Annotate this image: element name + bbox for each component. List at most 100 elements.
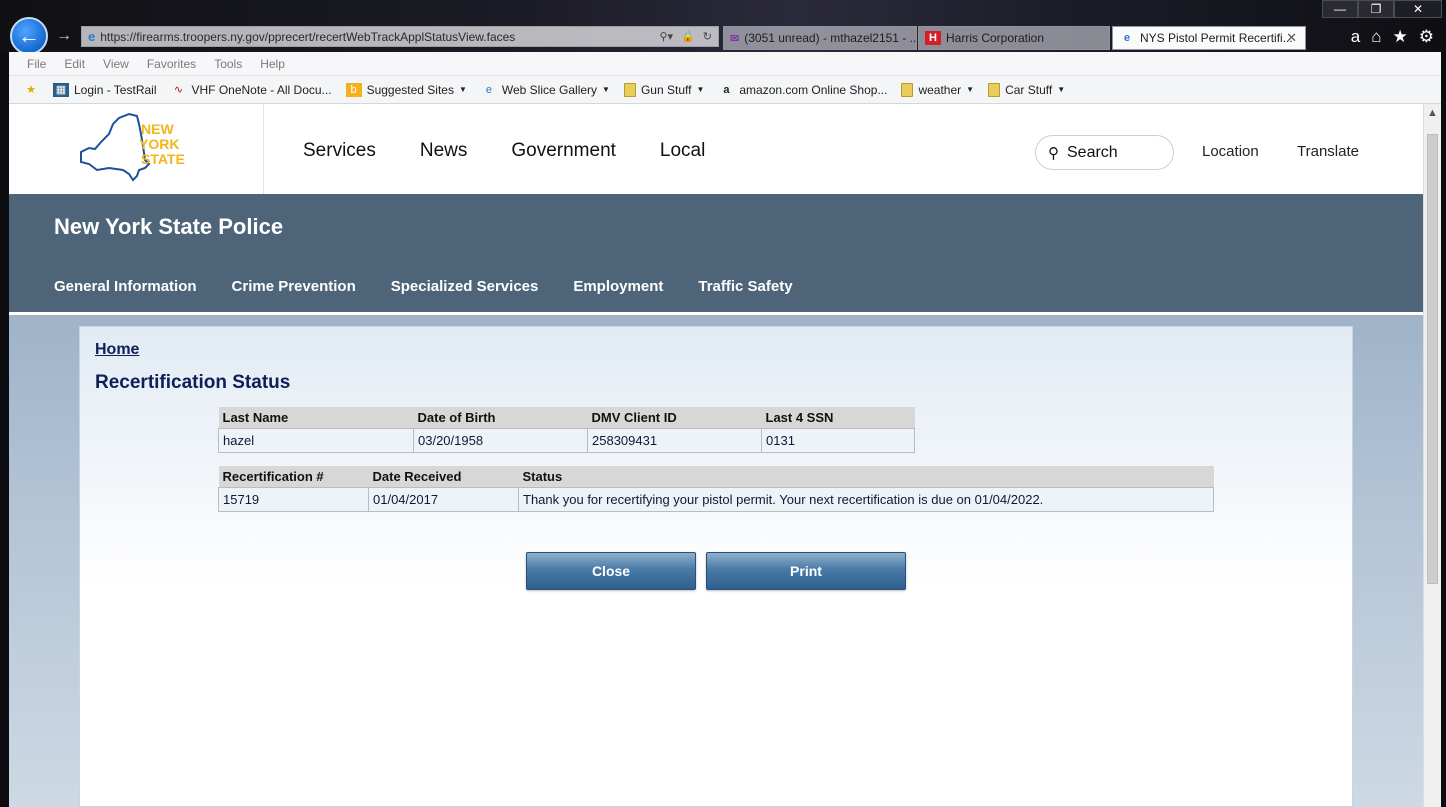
- agency-nav-crime-prevention[interactable]: Crime Prevention: [232, 278, 356, 295]
- tab-nys-pistol-permit[interactable]: e NYS Pistol Permit Recertifi... ✕: [1112, 26, 1306, 50]
- menu-view[interactable]: View: [103, 57, 129, 71]
- home-icon[interactable]: ⌂: [1371, 27, 1381, 47]
- browser-tools: a ⌂ ★ ⚙: [1351, 27, 1434, 47]
- page-title: Recertification Status: [95, 372, 291, 393]
- scroll-thumb[interactable]: [1427, 134, 1438, 584]
- location-link[interactable]: Location: [1202, 143, 1259, 160]
- agency-nav-employment[interactable]: Employment: [573, 278, 663, 295]
- search-dropdown-icon[interactable]: ⚲▾: [660, 30, 674, 43]
- logo-word-state: STATE: [141, 151, 185, 167]
- menu-edit[interactable]: Edit: [64, 57, 85, 71]
- breadcrumb-home[interactable]: Home: [95, 341, 139, 359]
- col-status: Status: [518, 466, 1214, 487]
- recertification-status-table: Recertification # Date Received Status 1…: [218, 466, 1214, 512]
- header-divider: [263, 104, 264, 194]
- forward-button[interactable]: →: [54, 26, 74, 46]
- back-button[interactable]: ←: [10, 17, 48, 55]
- fav-label: Car Stuff: [1005, 82, 1053, 97]
- scroll-up-icon[interactable]: ▲: [1424, 104, 1441, 122]
- favorites-bar: ★ ▦ Login - TestRail ∿ VHF OneNote - All…: [9, 76, 1441, 104]
- fav-gun-stuff[interactable]: Gun Stuff ▼: [623, 82, 705, 97]
- favorites-add-button[interactable]: ★: [23, 83, 39, 97]
- settings-gear-icon[interactable]: ⚙: [1419, 27, 1434, 47]
- fav-weather[interactable]: weather ▼: [901, 82, 975, 97]
- menu-tools[interactable]: Tools: [214, 57, 242, 71]
- agency-nav-general-information[interactable]: General Information: [54, 278, 197, 295]
- bing-icon: b: [345, 82, 362, 97]
- cell-date-received: 01/04/2017: [368, 486, 519, 512]
- fav-web-slice-gallery[interactable]: e Web Slice Gallery ▼: [481, 83, 610, 97]
- close-button[interactable]: Close: [526, 552, 696, 590]
- table-row: hazel 03/20/1958 258309431 0131: [218, 427, 915, 453]
- ie-page-icon: e: [88, 29, 96, 44]
- translate-link[interactable]: Translate: [1297, 143, 1359, 160]
- folder-icon: [623, 82, 636, 97]
- nav-services[interactable]: Services: [303, 140, 376, 162]
- cell-status: Thank you for recertifying your pistol p…: [518, 486, 1214, 512]
- col-last-name: Last Name: [218, 407, 414, 428]
- agency-title[interactable]: New York State Police: [54, 214, 283, 240]
- fav-label: Gun Stuff: [640, 82, 692, 97]
- fav-car-stuff[interactable]: Car Stuff ▼: [988, 82, 1065, 97]
- refresh-icon[interactable]: ↻: [703, 30, 712, 43]
- col-dmv-client-id: DMV Client ID: [587, 407, 762, 428]
- menu-help[interactable]: Help: [260, 57, 285, 71]
- favorites-star-icon[interactable]: ★: [1393, 27, 1408, 47]
- fav-label: Web Slice Gallery: [501, 82, 598, 97]
- tab-label: (3051 unread) - mthazel2151 - ...: [744, 31, 917, 45]
- nav-government[interactable]: Government: [511, 140, 616, 162]
- address-url[interactable]: https://firearms.troopers.ny.gov/pprecer…: [100, 30, 659, 44]
- nys-logo[interactable]: NEW YORK STATE: [79, 112, 191, 182]
- window-controls: — ❐ ✕: [1322, 0, 1442, 18]
- fav-testrail[interactable]: ▦ Login - TestRail: [53, 82, 157, 97]
- chevron-down-icon: ▼: [696, 85, 705, 94]
- menu-file[interactable]: File: [27, 57, 46, 71]
- print-button[interactable]: Print: [706, 552, 906, 590]
- nav-local[interactable]: Local: [660, 140, 705, 162]
- agency-banner: New York State Police General Informatio…: [9, 194, 1423, 312]
- site-search-button[interactable]: ⚲ Search: [1035, 135, 1174, 170]
- agency-nav-specialized-services[interactable]: Specialized Services: [391, 278, 539, 295]
- cell-recertification-number: 15719: [218, 486, 369, 512]
- fav-label: weather: [918, 82, 962, 97]
- nys-main-nav: Services News Government Local: [303, 140, 705, 162]
- ie-icon: e: [485, 83, 492, 96]
- page-scrollbar[interactable]: ▲: [1423, 104, 1441, 807]
- logo-word-new: NEW: [141, 121, 174, 137]
- harris-logo-icon: H: [925, 31, 941, 45]
- fav-label: amazon.com Online Shop...: [739, 82, 888, 97]
- close-window-button[interactable]: ✕: [1394, 0, 1442, 18]
- search-label: Search: [1067, 143, 1118, 161]
- search-icon: ⚲: [1048, 144, 1059, 162]
- minimize-button[interactable]: —: [1322, 0, 1358, 18]
- amazon-assistant-icon[interactable]: a: [1351, 27, 1360, 47]
- fav-label: Login - TestRail: [74, 82, 157, 97]
- nav-news[interactable]: News: [420, 140, 468, 162]
- applicant-info-table: Last Name Date of Birth DMV Client ID La…: [218, 407, 915, 453]
- cell-date-of-birth: 03/20/1958: [413, 427, 588, 453]
- tab-close-icon[interactable]: ✕: [1286, 30, 1297, 46]
- mail-icon: ✉: [730, 32, 740, 45]
- add-favorites-star-icon: ★: [26, 84, 36, 96]
- menu-bar: File Edit View Favorites Tools Help: [9, 52, 1441, 76]
- fav-label: VHF OneNote - All Docu...: [191, 82, 332, 97]
- testrail-icon: ▦: [53, 82, 69, 97]
- chevron-down-icon: ▼: [966, 85, 975, 94]
- logo-word-york: YORK: [139, 136, 179, 152]
- back-arrow-icon: ←: [18, 23, 40, 48]
- forward-arrow-icon: →: [56, 27, 72, 44]
- fav-onenote[interactable]: ∿ VHF OneNote - All Docu...: [171, 83, 332, 97]
- onenote-icon: ∿: [173, 84, 184, 96]
- tab-mail[interactable]: ✉ (3051 unread) - mthazel2151 - ...: [723, 26, 917, 50]
- restore-button[interactable]: ❐: [1358, 0, 1394, 18]
- address-bar[interactable]: e https://firearms.troopers.ny.gov/pprec…: [81, 26, 719, 47]
- fav-amazon[interactable]: a amazon.com Online Shop...: [718, 83, 887, 97]
- menu-favorites[interactable]: Favorites: [147, 57, 196, 71]
- lock-icon[interactable]: 🔒: [681, 30, 695, 43]
- agency-nav: General Information Crime Prevention Spe…: [54, 278, 793, 295]
- tab-harris[interactable]: H Harris Corporation: [918, 26, 1110, 50]
- folder-icon: [901, 82, 914, 97]
- fav-suggested-sites[interactable]: b Suggested Sites ▼: [345, 82, 467, 97]
- chevron-down-icon: ▼: [458, 85, 467, 94]
- agency-nav-traffic-safety[interactable]: Traffic Safety: [698, 278, 792, 295]
